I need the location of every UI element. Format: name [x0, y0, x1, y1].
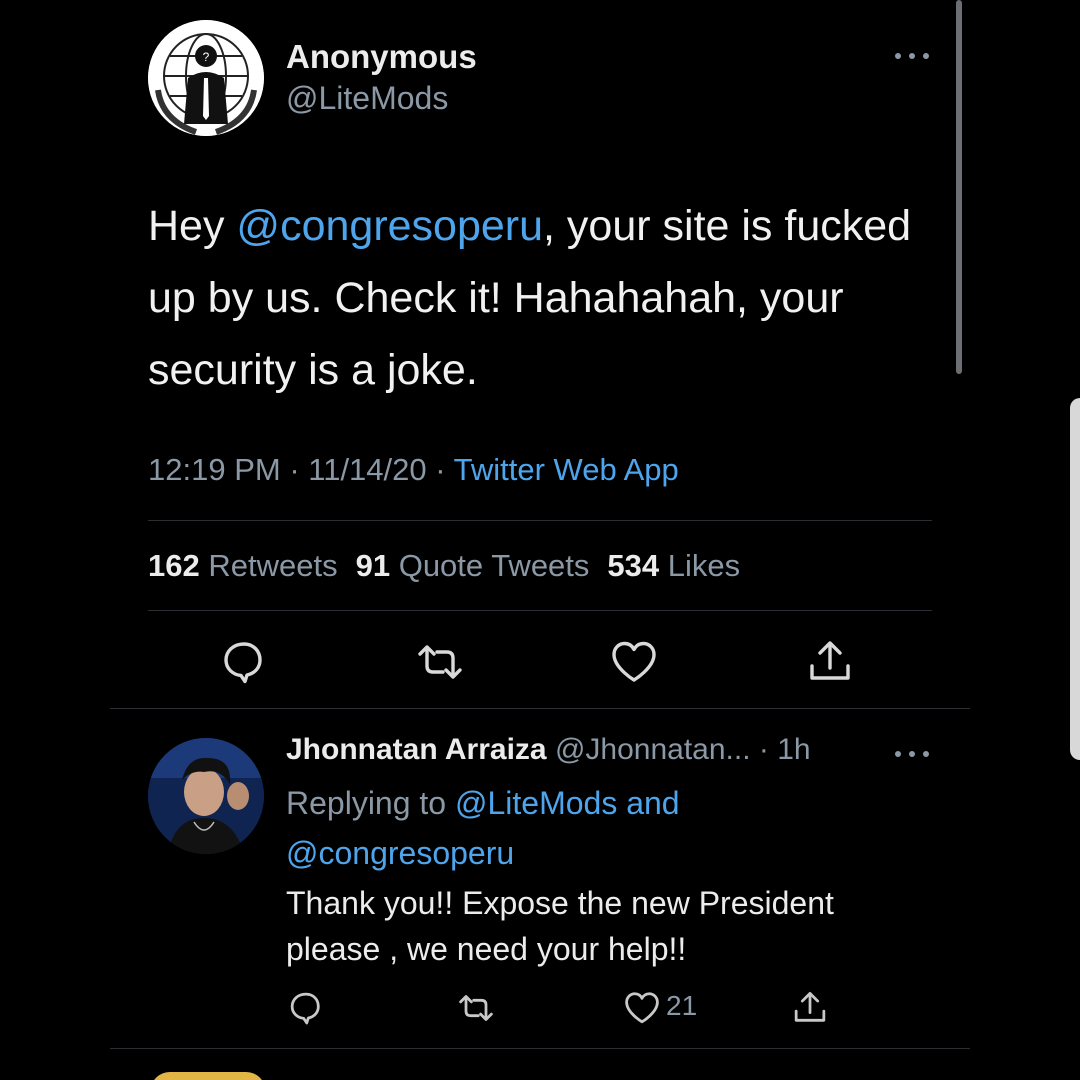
svg-text:?: ? [203, 50, 210, 64]
scrollbar[interactable] [956, 0, 962, 374]
share-icon[interactable] [790, 988, 830, 1028]
author-handle[interactable]: @LiteMods [286, 80, 448, 117]
tweet-date[interactable]: 11/14/20 [308, 452, 426, 487]
likes-count: 534 [607, 548, 660, 583]
retweet-icon[interactable] [414, 636, 466, 688]
replying-to: Replying to @LiteMods and @congresoperu [286, 778, 886, 878]
retweets-label: Retweets [208, 548, 338, 583]
tweet-text-prefix: Hey [148, 202, 237, 250]
reply-like-count: 21 [666, 990, 698, 1021]
share-icon[interactable] [804, 636, 856, 688]
author-name[interactable]: Anonymous [286, 38, 477, 76]
tweet-meta: 12:19 PM · 11/14/20 · Twitter Web App [148, 452, 679, 488]
tweet-detail-screen: ? Anonymous @LiteMods Hey @congresoperu,… [0, 0, 1080, 1080]
divider [110, 708, 970, 709]
meta-separator: · [280, 452, 309, 487]
mention-link[interactable]: @congresoperu [236, 202, 543, 250]
reply-time[interactable]: · 1h [751, 733, 811, 766]
likes-label: Likes [667, 548, 741, 583]
like-icon[interactable] [608, 636, 660, 688]
like-icon[interactable] [622, 988, 662, 1028]
reply-author-avatar[interactable] [148, 738, 264, 854]
likes-stat[interactable]: 534 Likes [607, 548, 740, 583]
anonymous-logo-icon: ? [148, 20, 264, 136]
reply-text: Thank you!! Expose the new President ple… [286, 885, 834, 967]
edge-panel-handle[interactable] [1070, 398, 1080, 760]
quotes-count: 91 [355, 548, 391, 583]
retweets-count: 162 [148, 548, 200, 583]
replying-mention[interactable]: @congresoperu [286, 835, 514, 871]
reply-icon[interactable] [218, 636, 270, 688]
divider [110, 1048, 970, 1049]
next-reply-avatar[interactable] [150, 1072, 266, 1080]
tweet-source-link[interactable]: Twitter Web App [454, 452, 679, 487]
more-options-icon[interactable] [890, 42, 934, 70]
quotes-label: Quote Tweets [398, 548, 590, 583]
meta-separator: · [426, 452, 454, 487]
replying-prefix: Replying to [286, 785, 455, 821]
anonymous-avatar[interactable]: ? [148, 20, 264, 136]
divider [148, 520, 932, 521]
tweet-time[interactable]: 12:19 PM [148, 452, 281, 487]
retweets-stat[interactable]: 162 Retweets [148, 548, 338, 583]
reply-author-handle[interactable]: @Jhonnatan... [555, 733, 751, 766]
retweet-icon[interactable] [456, 988, 496, 1028]
profile-photo-icon [148, 738, 264, 854]
replying-and[interactable]: and [617, 785, 679, 821]
quotes-stat[interactable]: 91 Quote Tweets [356, 548, 590, 583]
reply-icon[interactable] [286, 988, 326, 1028]
reply-header: Jhonnatan Arraiza @Jhonnatan... · 1h [286, 733, 811, 767]
replying-mention[interactable]: @LiteMods [455, 785, 617, 821]
reply-author-name[interactable]: Jhonnatan Arraiza [286, 733, 547, 766]
tweet-stats: 162 Retweets 91 Quote Tweets 534 Likes [148, 548, 740, 584]
tweet-text: Hey @congresoperu, your site is fucked u… [148, 190, 938, 406]
more-options-icon[interactable] [890, 740, 934, 768]
divider [148, 610, 932, 611]
